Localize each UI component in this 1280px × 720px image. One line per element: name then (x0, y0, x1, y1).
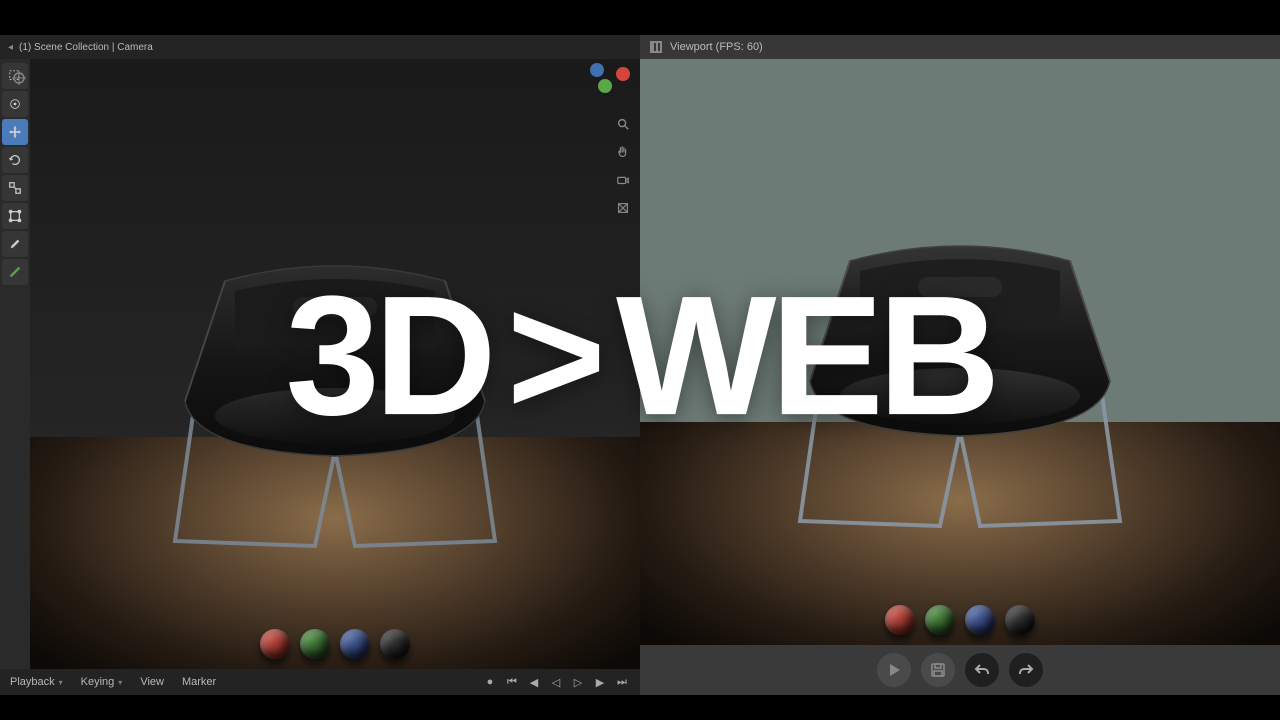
scale-tool[interactable] (2, 175, 28, 201)
keying-menu[interactable]: Keying▾ (81, 676, 123, 688)
annotate-tool[interactable] (2, 231, 28, 257)
material-sphere-red[interactable] (260, 629, 290, 659)
letterbox-bottom (0, 695, 1280, 720)
material-sphere-green[interactable] (925, 605, 955, 635)
material-sphere-black[interactable] (1005, 605, 1035, 635)
autokey-icon[interactable]: ● (482, 674, 498, 690)
blender-timeline-header: Playback▾ Keying▾ View Marker ● ⏮ ◀ ◁ ▷ … (0, 669, 640, 695)
play-button[interactable] (877, 653, 911, 687)
jump-end-icon[interactable]: ⏭ (614, 674, 630, 690)
measure-tool[interactable] (2, 259, 28, 285)
cursor-tool[interactable] (2, 91, 28, 117)
navigation-gizmo-area (574, 57, 634, 219)
blender-toolbar (2, 63, 30, 285)
orientation-gizmo[interactable] (584, 57, 634, 107)
jump-start-icon[interactable]: ⏮ (504, 674, 520, 690)
material-sphere-black[interactable] (380, 629, 410, 659)
material-sphere-red[interactable] (885, 605, 915, 635)
view-label: View (140, 676, 164, 688)
gizmo-z-axis-icon[interactable] (590, 63, 604, 77)
title-right: WEB (616, 261, 995, 451)
playback-label: Playback (10, 676, 55, 688)
title-left: 3D (285, 261, 490, 451)
undo-button[interactable] (965, 653, 999, 687)
play-icon[interactable]: ▷ (570, 674, 586, 690)
rotate-tool[interactable] (2, 147, 28, 173)
zoom-icon[interactable] (612, 113, 634, 135)
viewport-fps-label: Viewport (FPS: 60) (670, 41, 763, 53)
blender-header: ◂ (1) Scene Collection | Camera (0, 35, 640, 59)
web-footer-controls (640, 645, 1280, 695)
perspective-toggle-icon[interactable] (612, 197, 634, 219)
next-keyframe-icon[interactable]: ▶ (592, 674, 608, 690)
playback-controls: ● ⏮ ◀ ◁ ▷ ▶ ⏭ (482, 674, 630, 690)
playback-menu[interactable]: Playback▾ (10, 676, 63, 688)
letterbox-top (0, 0, 1280, 35)
marker-label: Marker (182, 676, 216, 688)
gizmo-x-axis-icon[interactable] (616, 67, 630, 81)
move-tool[interactable] (2, 119, 28, 145)
save-button[interactable] (921, 653, 955, 687)
camera-view-icon[interactable] (612, 169, 634, 191)
cursor-origin-icon[interactable] (12, 71, 26, 88)
material-sphere-green[interactable] (300, 629, 330, 659)
material-preview-spheres[interactable] (260, 629, 410, 659)
keying-label: Keying (81, 676, 115, 688)
play-reverse-icon[interactable]: ◁ (548, 674, 564, 690)
title-overlay: 3D>WEB (285, 258, 994, 454)
pause-indicator-icon[interactable] (650, 41, 662, 53)
prev-keyframe-icon[interactable]: ◀ (526, 674, 542, 690)
marker-menu[interactable]: Marker (182, 676, 216, 688)
redo-button[interactable] (1009, 653, 1043, 687)
title-arrow: > (507, 261, 600, 451)
transform-tool[interactable] (2, 203, 28, 229)
material-sphere-blue[interactable] (965, 605, 995, 635)
material-preview-spheres[interactable] (885, 605, 1035, 635)
gizmo-y-axis-icon[interactable] (598, 79, 612, 93)
view-menu[interactable]: View (140, 676, 164, 688)
collapse-chevron-icon[interactable]: ◂ (8, 42, 13, 53)
pan-hand-icon[interactable] (612, 141, 634, 163)
breadcrumb[interactable]: (1) Scene Collection | Camera (19, 42, 153, 53)
web-header: Viewport (FPS: 60) (640, 35, 1280, 59)
material-sphere-blue[interactable] (340, 629, 370, 659)
